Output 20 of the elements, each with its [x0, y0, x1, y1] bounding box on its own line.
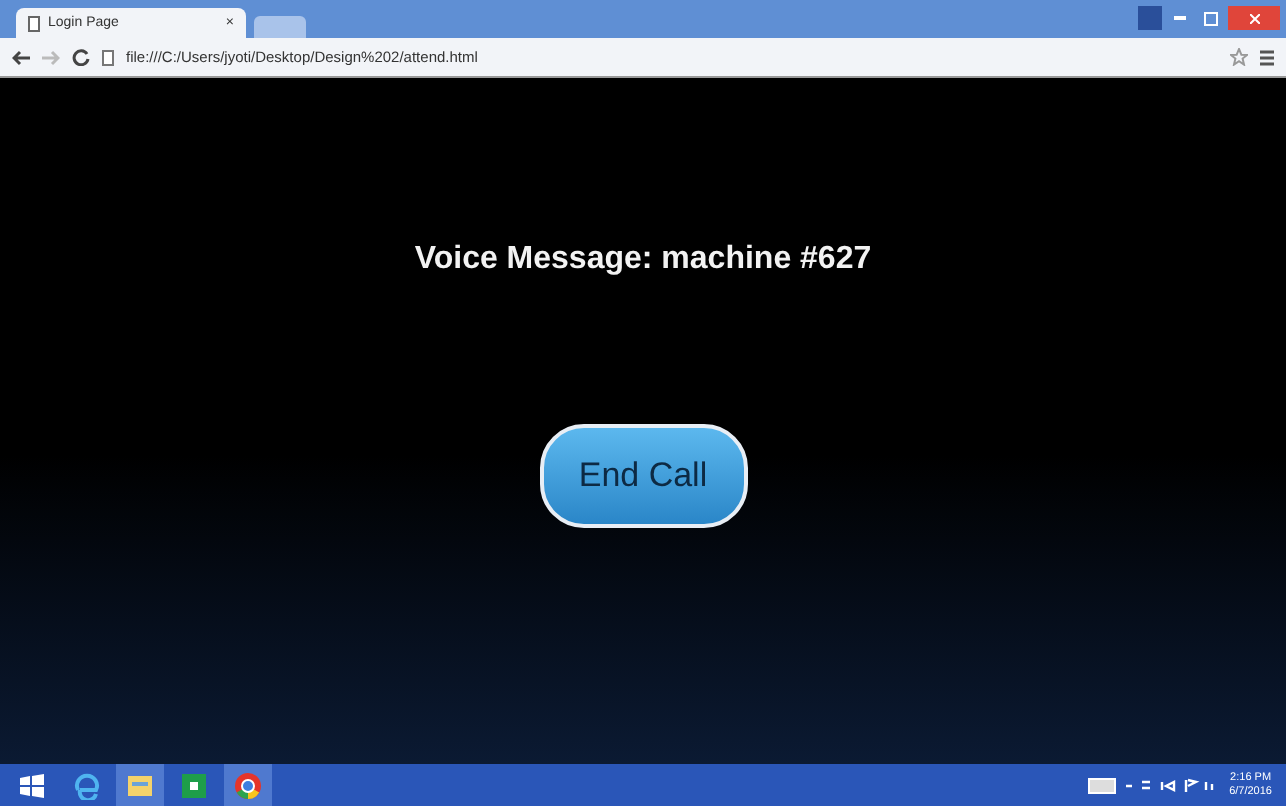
reload-icon[interactable]: [72, 48, 90, 66]
folder-icon[interactable]: [126, 773, 154, 797]
page-icon: [102, 49, 114, 65]
minimize-icon: [1174, 16, 1186, 20]
star-icon[interactable]: [1230, 48, 1248, 66]
maximize-button[interactable]: [1198, 6, 1222, 30]
end-call-button[interactable]: End Call: [539, 424, 747, 528]
keyboard-icon[interactable]: [1087, 777, 1116, 793]
back-icon[interactable]: [12, 49, 30, 65]
windows-logo-icon: [20, 773, 44, 797]
store-icon[interactable]: [182, 773, 206, 797]
voice-message-heading: Voice Message: machine #627: [414, 242, 872, 278]
close-button[interactable]: [1228, 6, 1280, 30]
close-icon: [1249, 13, 1259, 23]
menu-icon[interactable]: [1260, 49, 1274, 65]
internet-explorer-icon[interactable]: [72, 771, 100, 799]
maximize-icon: [1203, 11, 1217, 25]
tray-icons[interactable]: [1121, 777, 1218, 793]
chrome-icon[interactable]: [234, 771, 262, 799]
page-icon: [28, 15, 40, 31]
